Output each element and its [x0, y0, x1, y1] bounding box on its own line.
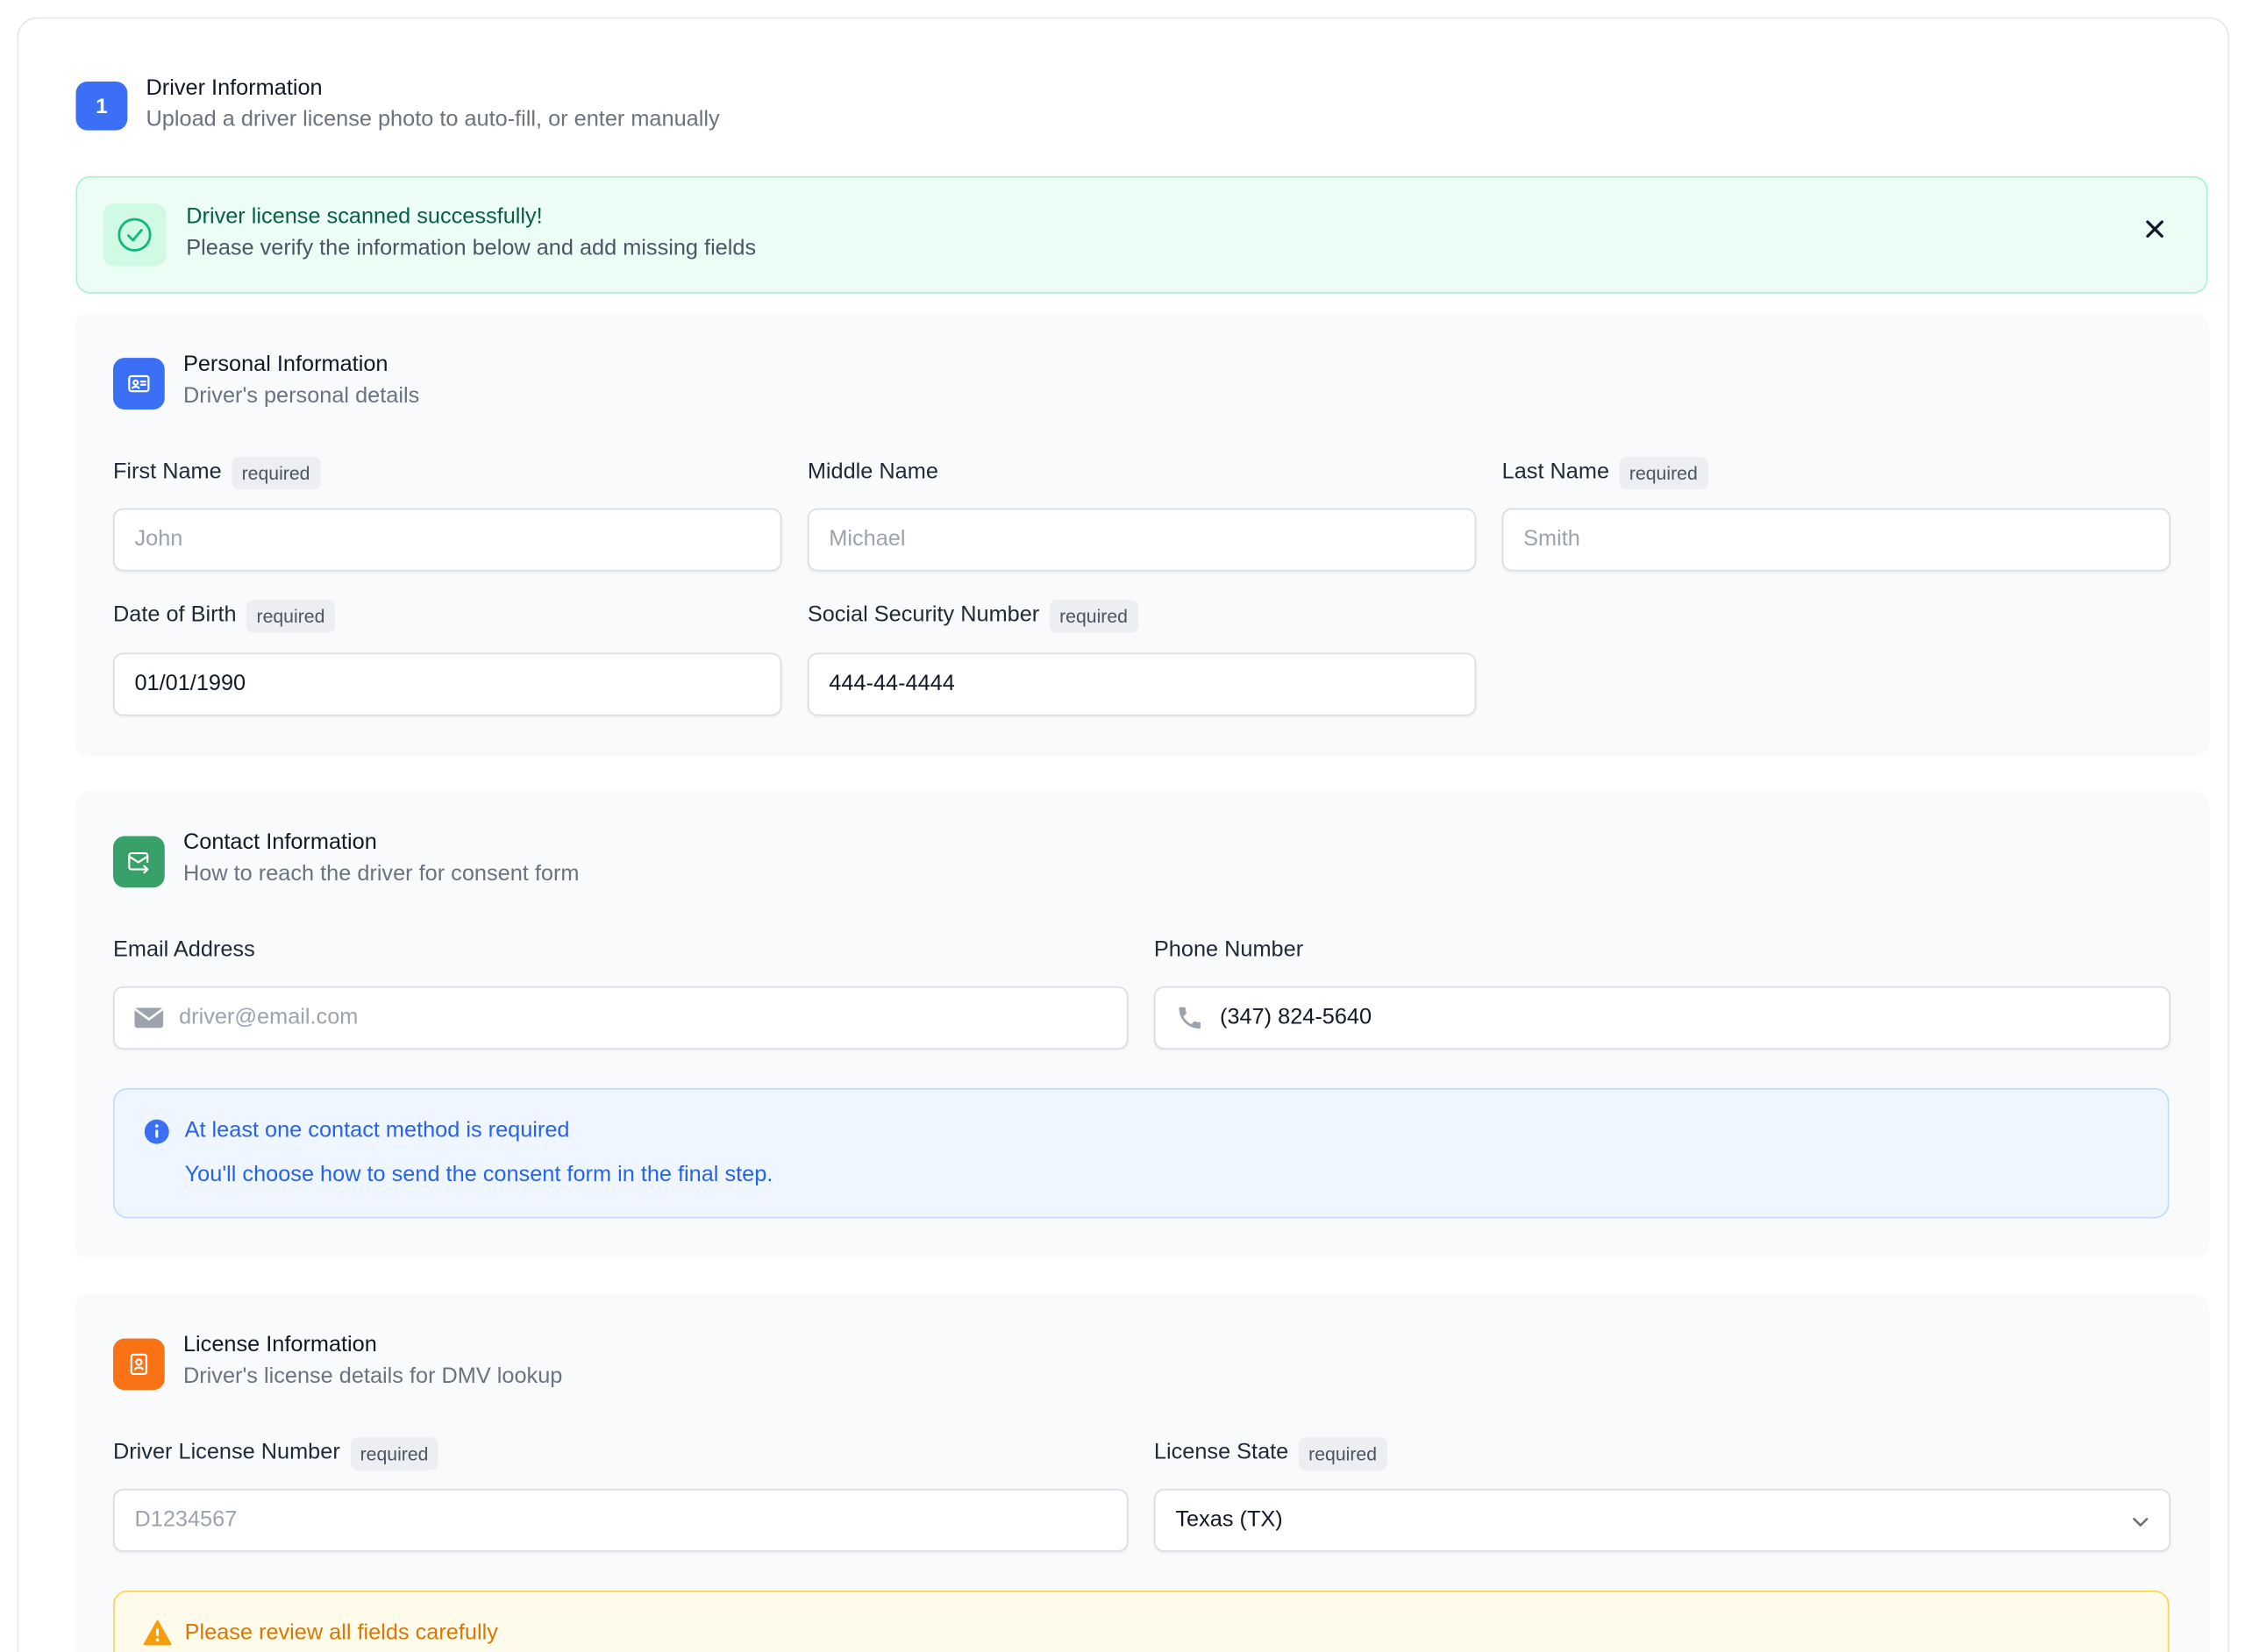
phone-icon	[1174, 1002, 1206, 1034]
email-input[interactable]	[112, 986, 1129, 1050]
info-title: At least one contact method is required	[184, 1118, 570, 1143]
success-title: Driver license scanned successfully!	[186, 204, 543, 230]
dob-input[interactable]	[112, 652, 782, 716]
id-card-icon	[112, 358, 165, 409]
envelope-icon	[133, 1002, 165, 1034]
chevron-down-icon	[2129, 1510, 2152, 1540]
info-icon	[143, 1118, 170, 1152]
license-state-select[interactable]: Texas (TX)	[1153, 1488, 2171, 1552]
close-icon[interactable]	[2141, 215, 2170, 244]
license-number-label: Driver License Number required	[113, 1435, 438, 1471]
dob-label: Date of Birth required	[113, 597, 335, 634]
contact-info-alert: At least one contact method is required …	[112, 1087, 2170, 1219]
section-subtitle: Driver's license details for DMV lookup	[182, 1364, 563, 1389]
phone-input[interactable]	[1153, 986, 2171, 1050]
required-badge: required	[1298, 1436, 1387, 1470]
last-name-label: Last Name required	[1502, 454, 1708, 491]
section-subtitle: How to reach the driver for consent form	[182, 861, 580, 887]
info-message: You'll choose how to send the consent fo…	[184, 1162, 773, 1187]
check-circle-icon	[103, 203, 167, 267]
step-number-badge: 1	[75, 82, 128, 131]
section-title: License Information	[182, 1332, 377, 1357]
license-state-value: Texas (TX)	[1175, 1507, 1283, 1532]
first-name-label: First Name required	[113, 454, 320, 491]
review-warning-alert: Please review all fields carefully	[112, 1590, 2170, 1652]
personal-info-section: Personal Information Driver's personal d…	[74, 313, 2210, 757]
license-icon	[112, 1338, 165, 1391]
ssn-input[interactable]	[807, 652, 1477, 716]
first-name-input[interactable]	[112, 508, 782, 572]
step-subtitle: Upload a driver license photo to auto-fi…	[146, 107, 720, 132]
phone-label: Phone Number	[1153, 937, 1304, 963]
warning-triangle-icon	[143, 1620, 172, 1652]
license-number-input[interactable]	[112, 1488, 1129, 1552]
last-name-input[interactable]	[1501, 508, 2171, 572]
middle-name-input[interactable]	[807, 508, 1477, 572]
required-badge: required	[232, 455, 320, 489]
mail-send-icon	[112, 836, 165, 888]
license-state-label: License State required	[1154, 1435, 1387, 1471]
required-badge: required	[350, 1436, 438, 1470]
ssn-label: Social Security Number required	[808, 597, 1138, 634]
middle-name-label: Middle Name	[807, 459, 938, 484]
email-label: Email Address	[112, 937, 255, 963]
required-badge: required	[1049, 599, 1138, 632]
driver-info-card: 1 Driver Information Upload a driver lic…	[17, 17, 2230, 1652]
required-badge: required	[246, 599, 335, 632]
warning-title: Please review all fields carefully	[184, 1620, 498, 1645]
section-title: Personal Information	[182, 352, 388, 377]
section-title: Contact Information	[182, 830, 377, 855]
license-info-section: License Information Driver's license det…	[74, 1293, 2210, 1652]
contact-info-section: Contact Information How to reach the dri…	[74, 791, 2210, 1259]
section-subtitle: Driver's personal details	[182, 383, 420, 409]
success-message: Please verify the information below and …	[186, 236, 757, 261]
scan-success-alert: Driver license scanned successfully! Ple…	[75, 175, 2208, 294]
step-title: Driver Information	[146, 75, 323, 101]
required-badge: required	[1619, 455, 1708, 489]
